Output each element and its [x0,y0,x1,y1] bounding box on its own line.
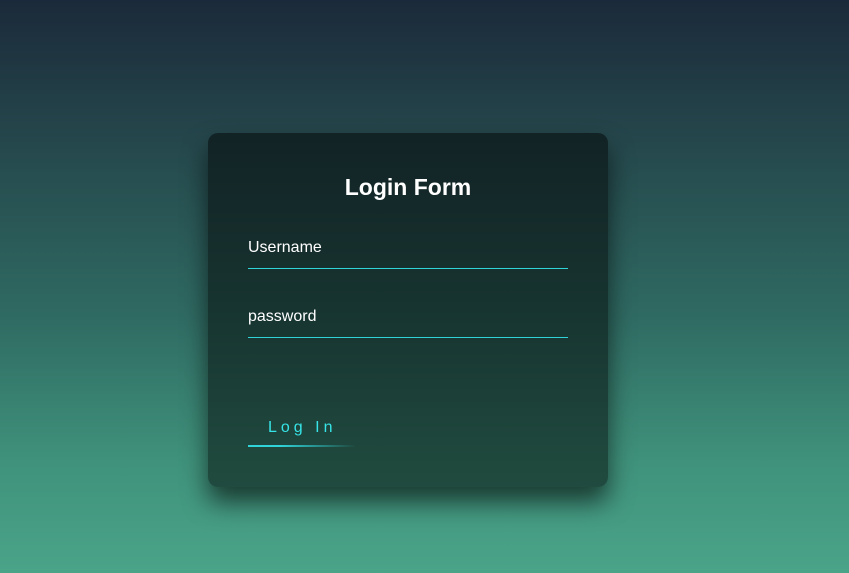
password-input[interactable] [248,300,568,336]
button-underline [248,445,357,447]
form-title: Login Form [344,174,472,200]
username-input[interactable] [248,231,568,267]
login-card: Login Form Username password Log In [208,133,608,487]
username-field-group: Username [248,231,568,269]
login-button-label: Log In [268,419,337,436]
password-field-group: password [248,300,568,338]
login-button[interactable]: Log In [248,409,357,447]
